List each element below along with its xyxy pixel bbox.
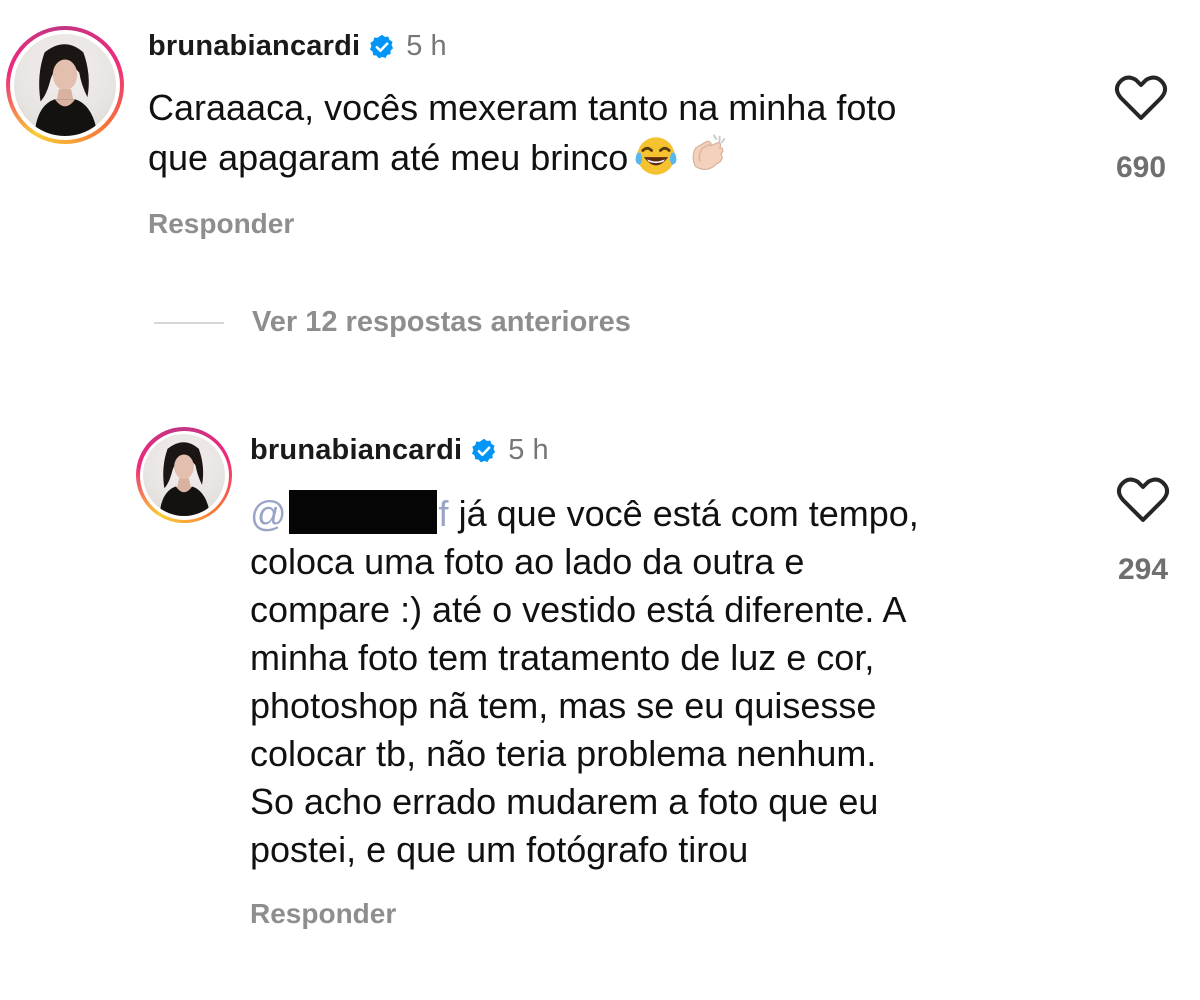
comment-line: minha foto tem tratamento de luz e cor,: [250, 637, 875, 678]
view-replies-label[interactable]: Ver 12 respostas anteriores: [252, 306, 631, 339]
comment-line: que apagaram até meu brinco: [148, 132, 896, 190]
avatar[interactable]: [136, 427, 232, 523]
comment-line-text: já que você está com tempo,: [448, 493, 919, 534]
view-replies-toggle[interactable]: Ver 12 respostas anteriores: [154, 306, 631, 339]
comment-text: @ f já que você está com tempo, coloca um…: [250, 490, 919, 874]
timestamp: 5 h: [406, 30, 447, 62]
heart-like-icon[interactable]: [1116, 476, 1170, 529]
comment-line: So acho errado mudarem a foto que eu: [250, 781, 879, 822]
profile-photo-icon: [159, 442, 211, 516]
comment-line: postei, e que um fotógrafo tirou: [250, 829, 749, 870]
timestamp: 5 h: [508, 434, 549, 466]
verified-badge-icon: [470, 437, 498, 465]
verified-badge-icon: [368, 33, 396, 61]
comment-line: compare :) até o vestido está diferente.…: [250, 589, 907, 630]
clapping-hands-icon: [684, 132, 730, 190]
username[interactable]: brunabiancardi: [250, 434, 462, 467]
comment-line: photoshop nã tem, mas se eu quisesse: [250, 685, 877, 726]
like-count: 294: [1117, 553, 1169, 586]
face-with-tears-of-joy-icon: [634, 134, 678, 190]
comment-line: Caraaaca, vocês mexeram tanto na minha f…: [148, 87, 897, 128]
like-count: 690: [1115, 151, 1167, 184]
username[interactable]: brunabiancardi: [148, 30, 360, 63]
redacted-mention-block: [288, 490, 437, 534]
comment-line: colocar tb, não teria problema nenhum.: [250, 733, 877, 774]
avatar[interactable]: [6, 26, 124, 144]
comment-text: Caraaaca, vocês mexeram tanto na minha f…: [148, 84, 896, 190]
comment-line: coloca uma foto ao lado da outra e: [250, 541, 805, 582]
mention-prefix[interactable]: @: [250, 493, 287, 534]
comment-line: @ f já que você está com tempo,: [250, 490, 919, 538]
divider-line: [154, 321, 224, 324]
heart-like-icon[interactable]: [1114, 74, 1168, 127]
mention-suffix[interactable]: f: [439, 493, 449, 534]
reply-button[interactable]: Responder: [148, 208, 294, 240]
comment-line-text: que apagaram até meu brinco: [148, 137, 629, 178]
reply-button[interactable]: Responder: [250, 898, 396, 930]
profile-photo-icon: [34, 44, 98, 136]
